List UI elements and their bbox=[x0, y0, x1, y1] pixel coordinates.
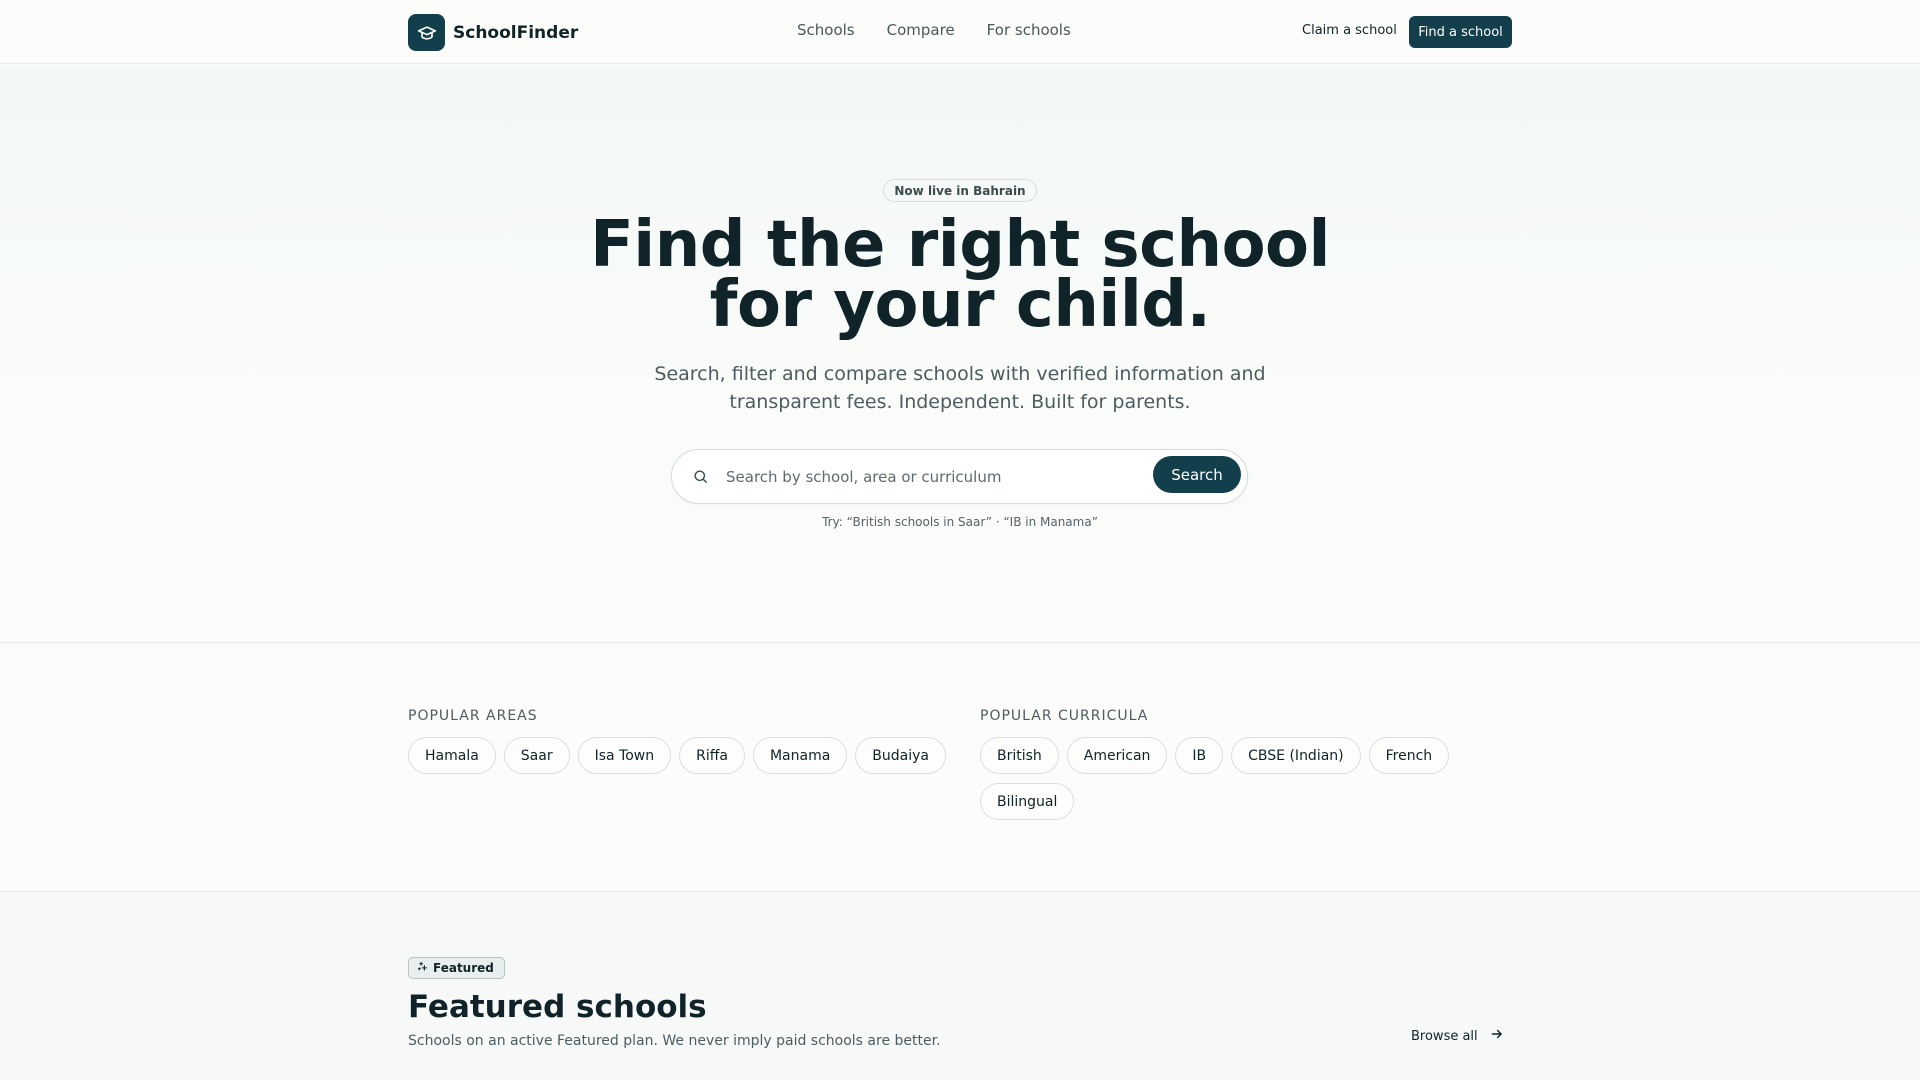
find-school-button[interactable]: Find a school bbox=[1409, 16, 1512, 48]
hero-section: Now live in Bahrain Find the right schoo… bbox=[0, 65, 1920, 643]
search-examples: Try: “British schools in Saar” · “IB in … bbox=[822, 515, 1098, 529]
area-chip-isa-town[interactable]: Isa Town bbox=[577, 737, 672, 774]
curriculum-chip-ib[interactable]: IB bbox=[1175, 737, 1224, 774]
curriculum-chip-british[interactable]: British bbox=[980, 737, 1059, 774]
search-button[interactable]: Search bbox=[1153, 456, 1241, 493]
search-input[interactable] bbox=[726, 462, 1126, 492]
claim-school-link[interactable]: Claim a school bbox=[1302, 23, 1397, 38]
brand-name: SchoolFinder bbox=[453, 22, 579, 43]
area-chip-budaiya[interactable]: Budaiya bbox=[855, 737, 946, 774]
area-chip-manama[interactable]: Manama bbox=[752, 737, 848, 774]
live-badge: Now live in Bahrain bbox=[883, 179, 1037, 202]
main-nav: Schools Compare For schools bbox=[797, 21, 1071, 39]
curriculum-chip-bilingual[interactable]: Bilingual bbox=[980, 783, 1075, 820]
curriculum-chips: British American IB CBSE (Indian) French… bbox=[980, 737, 1520, 820]
sparkle-icon bbox=[417, 961, 428, 975]
featured-subtitle: Schools on an active Featured plan. We n… bbox=[408, 1033, 941, 1049]
hero-subtitle-line-2: transparent fees. Independent. Built for… bbox=[729, 391, 1191, 413]
area-chips: Hamala Saar Isa Town Riffa Manama Budaiy… bbox=[408, 737, 948, 774]
featured-title: Featured schools bbox=[408, 989, 707, 1025]
graduation-cap-icon bbox=[408, 14, 445, 51]
hero-headline: Find the right school for your child. bbox=[0, 208, 1920, 342]
nav-link-schools[interactable]: Schools bbox=[797, 21, 855, 39]
browse-all-label: Browse all bbox=[1411, 1028, 1478, 1044]
popular-areas-title: POPULAR AREAS bbox=[408, 708, 538, 724]
hero-headline-line-2: for your child. bbox=[709, 268, 1211, 342]
hero-subtitle-line-1: Search, filter and compare schools with … bbox=[654, 363, 1266, 385]
popular-areas: POPULAR AREAS Hamala Saar Isa Town Riffa… bbox=[408, 708, 948, 774]
brand-logo[interactable]: SchoolFinder bbox=[408, 14, 578, 51]
popular-curricula-title: POPULAR CURRICULA bbox=[980, 708, 1149, 724]
arrow-right-icon bbox=[1490, 1027, 1504, 1045]
hero-subtitle: Search, filter and compare schools with … bbox=[0, 360, 1920, 416]
featured-section: Featured Featured schools Schools on an … bbox=[0, 893, 1920, 1080]
search-bar: Search bbox=[671, 449, 1248, 504]
area-chip-saar[interactable]: Saar bbox=[503, 737, 570, 774]
browse-all-link[interactable]: Browse all bbox=[1411, 1027, 1504, 1045]
curriculum-chip-french[interactable]: French bbox=[1368, 737, 1450, 774]
featured-badge-label: Featured bbox=[433, 961, 494, 975]
featured-badge: Featured bbox=[408, 957, 505, 979]
curriculum-chip-cbse[interactable]: CBSE (Indian) bbox=[1231, 737, 1361, 774]
popular-curricula: POPULAR CURRICULA British American IB CB… bbox=[980, 708, 1520, 820]
site-header: SchoolFinder Schools Compare For schools… bbox=[0, 0, 1920, 64]
popular-section: POPULAR AREAS Hamala Saar Isa Town Riffa… bbox=[0, 644, 1920, 892]
area-chip-hamala[interactable]: Hamala bbox=[408, 737, 496, 774]
nav-link-for-schools[interactable]: For schools bbox=[987, 21, 1071, 39]
curriculum-chip-american[interactable]: American bbox=[1066, 737, 1168, 774]
area-chip-riffa[interactable]: Riffa bbox=[679, 737, 745, 774]
search-icon bbox=[692, 468, 709, 489]
nav-link-compare[interactable]: Compare bbox=[887, 21, 955, 39]
hero-headline-line-1: Find the right school bbox=[590, 208, 1330, 282]
